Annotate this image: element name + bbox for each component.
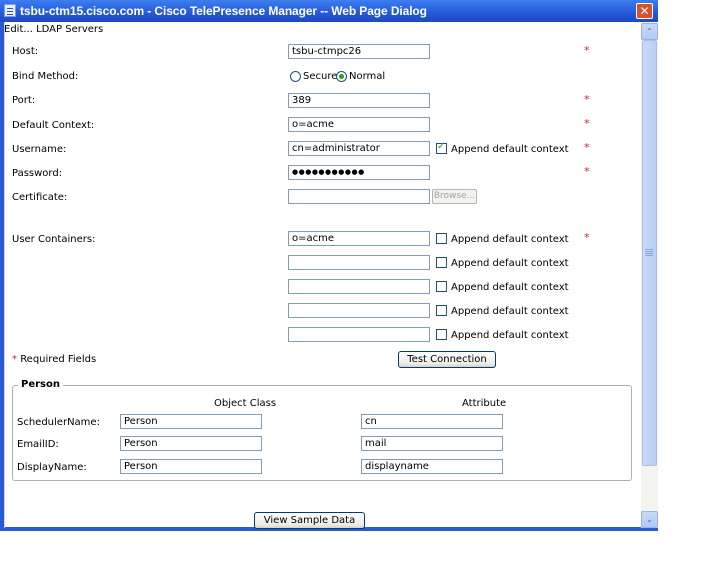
- object-class-header: Object Class: [214, 398, 277, 409]
- username-required-marker: *: [584, 141, 590, 154]
- required-note: * Required Fields: [12, 354, 96, 365]
- scroll-down-icon[interactable]: ⌄: [641, 511, 658, 528]
- close-button[interactable]: ✕: [636, 3, 653, 19]
- title-bar[interactable]: tsbu-ctm15.cisco.com - Cisco TelePresenc…: [0, 0, 658, 22]
- user-container-append-label: Append default context: [451, 282, 569, 293]
- user-container-append-checkbox[interactable]: [436, 233, 447, 244]
- required-note-marker: *: [12, 354, 17, 365]
- user-container-input[interactable]: [288, 303, 430, 318]
- default-context-required-marker: *: [584, 117, 590, 130]
- user-container-input[interactable]: [288, 327, 430, 342]
- user-container-append-label: Append default context: [451, 234, 569, 245]
- bind-secure-label: Secure: [303, 71, 338, 82]
- user-container-append-checkbox[interactable]: [436, 305, 447, 316]
- bind-normal-radio[interactable]: [336, 71, 347, 82]
- username-append-label: Append default context: [451, 144, 569, 155]
- email-attribute-input[interactable]: mail: [361, 436, 503, 451]
- display-object-class-input[interactable]: Person: [120, 459, 262, 474]
- attribute-header: Attribute: [462, 398, 507, 409]
- person-legend: Person: [18, 379, 63, 390]
- certificate-input[interactable]: [288, 189, 430, 204]
- email-object-class-input[interactable]: Person: [120, 436, 262, 451]
- host-label: Host:: [12, 46, 39, 57]
- username-label: Username:: [12, 144, 67, 155]
- view-sample-data-button[interactable]: View Sample Data: [254, 512, 365, 529]
- user-container-append-checkbox[interactable]: [436, 281, 447, 292]
- ldap-dialog: tsbu-ctm15.cisco.com - Cisco TelePresenc…: [0, 0, 658, 531]
- user-container-append-checkbox[interactable]: [436, 329, 447, 340]
- port-label: Port:: [12, 95, 36, 106]
- test-connection-button[interactable]: Test Connection: [398, 351, 496, 368]
- default-context-input[interactable]: o=acme: [288, 117, 430, 132]
- username-append-checkbox[interactable]: [436, 141, 447, 154]
- bind-method-label: Bind Method:: [12, 71, 79, 82]
- scheduler-name-label: SchedulerName:: [17, 417, 100, 428]
- default-context-label: Default Context:: [12, 120, 95, 131]
- user-container-append-label: Append default context: [451, 258, 569, 269]
- host-required-marker: *: [584, 44, 590, 57]
- user-container-input[interactable]: [288, 279, 430, 294]
- display-name-label: DisplayName:: [17, 462, 87, 473]
- password-label: Password:: [12, 168, 63, 179]
- user-container-input[interactable]: [288, 255, 430, 270]
- window-title: tsbu-ctm15.cisco.com - Cisco TelePresenc…: [20, 4, 427, 18]
- username-input[interactable]: cn=administrator: [288, 141, 430, 156]
- scrollbar-thumb[interactable]: [642, 40, 657, 466]
- display-attribute-input[interactable]: displayname: [361, 459, 503, 474]
- user-container-append-label: Append default context: [451, 330, 569, 341]
- scheduler-attribute-input[interactable]: cn: [361, 414, 503, 429]
- user-container-append-label: Append default context: [451, 306, 569, 317]
- bind-normal-label: Normal: [349, 71, 386, 82]
- person-fieldset: [12, 385, 632, 481]
- scheduler-object-class-input[interactable]: Person: [120, 414, 262, 429]
- browse-button[interactable]: Browse...: [432, 189, 477, 204]
- port-required-marker: *: [584, 93, 590, 106]
- port-input[interactable]: 389: [288, 93, 430, 108]
- user-containers-label: User Containers:: [12, 234, 96, 245]
- email-id-label: EmailID:: [17, 439, 59, 450]
- user-containers-required-marker: *: [584, 231, 590, 244]
- certificate-label: Certificate:: [12, 192, 68, 203]
- scrollbar-grip-icon: [645, 249, 653, 250]
- bind-secure-radio[interactable]: [290, 71, 301, 82]
- user-container-append-checkbox[interactable]: [436, 257, 447, 268]
- scroll-up-icon[interactable]: ⌃: [641, 23, 658, 40]
- page-icon: [4, 4, 16, 17]
- breadcrumb: Edit... LDAP Servers: [4, 24, 104, 35]
- password-input[interactable]: ●●●●●●●●●●●: [288, 165, 430, 180]
- user-container-input[interactable]: o=acme: [288, 231, 430, 246]
- password-required-marker: *: [584, 165, 590, 178]
- host-input[interactable]: tsbu-ctmpc26: [288, 44, 430, 59]
- required-note-text: Required Fields: [20, 354, 97, 365]
